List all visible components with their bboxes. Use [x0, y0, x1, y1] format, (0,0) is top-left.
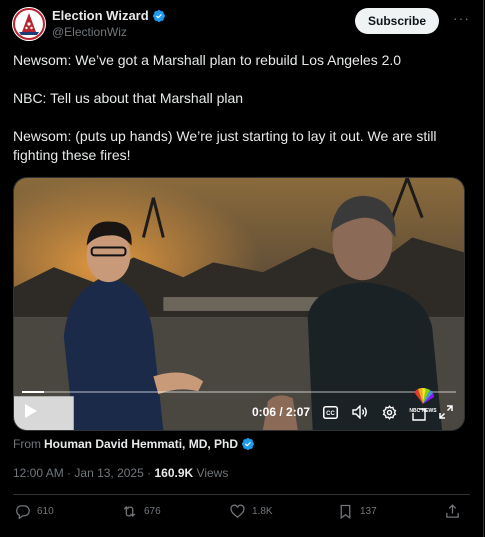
tweet-meta: 12:00 AM · Jan 13, 2025 · 160.9K Views	[13, 466, 228, 480]
tweet-line-1: Newsom: We’ve got a Marshall plan to reb…	[13, 52, 402, 68]
reply-button[interactable]: 610	[14, 503, 54, 520]
attribution-prefix: From	[13, 437, 41, 451]
tweet-date[interactable]: Jan 13, 2025	[74, 466, 143, 480]
like-button[interactable]: 1.8K	[229, 503, 273, 520]
picture-in-picture-icon[interactable]	[411, 406, 427, 422]
display-name[interactable]: Election Wizard	[52, 8, 149, 23]
bookmark-count: 137	[360, 506, 377, 517]
wizard-hat-logo-icon	[12, 7, 46, 41]
subscribe-button[interactable]: Subscribe	[355, 8, 439, 34]
views-label: Views	[196, 466, 229, 480]
volume-icon[interactable]	[352, 404, 368, 420]
account-names: Election Wizard @ElectionWiz	[52, 8, 166, 39]
avatar[interactable]	[12, 7, 46, 41]
tweet-text: Newsom: We’ve got a Marshall plan to reb…	[13, 51, 471, 165]
action-bar: 610 676 1.8K 137	[14, 503, 469, 523]
repost-icon	[123, 505, 136, 518]
captions-icon[interactable]: CC	[322, 404, 338, 420]
verified-badge-icon	[242, 438, 255, 450]
play-icon[interactable]	[22, 402, 40, 420]
video-progress-fill	[22, 391, 44, 393]
fullscreen-icon[interactable]	[438, 404, 454, 420]
repost-count: 676	[144, 506, 161, 517]
heart-icon	[230, 504, 245, 518]
more-options-icon[interactable]: ···	[453, 11, 469, 27]
video-player[interactable]: 0:06 / 2:07 CC NBC NEWS	[13, 177, 465, 431]
meta-separator: ·	[67, 466, 72, 480]
share-button[interactable]	[444, 503, 461, 520]
display-name-row[interactable]: Election Wizard	[52, 8, 166, 23]
meta-separator: ·	[147, 466, 152, 480]
like-count: 1.8K	[252, 506, 273, 517]
verified-badge-icon	[152, 9, 165, 22]
divider	[13, 494, 470, 495]
settings-gear-icon[interactable]	[381, 404, 397, 420]
attribution-name[interactable]: Houman David Hemmati, MD, PhD	[44, 437, 238, 451]
bookmark-button[interactable]: 137	[337, 503, 377, 520]
reply-icon	[16, 505, 30, 520]
account-handle[interactable]: @ElectionWiz	[52, 25, 166, 39]
tweet-time[interactable]: 12:00 AM	[13, 466, 64, 480]
svg-text:CC: CC	[326, 411, 335, 417]
views-count: 160.9K	[154, 466, 194, 480]
share-icon	[446, 504, 459, 518]
tweet-line-3: Newsom: (puts up hands) We’re just start…	[13, 128, 437, 163]
tweet-card: Election Wizard @ElectionWiz Subscribe ·…	[0, 0, 484, 537]
video-attribution: From Houman David Hemmati, MD, PhD	[13, 437, 255, 451]
bookmark-icon	[340, 504, 351, 520]
video-time: 0:06 / 2:07	[252, 405, 311, 419]
video-progress-bar[interactable]	[22, 391, 456, 393]
repost-button[interactable]: 676	[121, 503, 161, 520]
tweet-line-2: NBC: Tell us about that Marshall plan	[13, 90, 244, 106]
tweet-header: Election Wizard @ElectionWiz Subscribe ·…	[12, 7, 471, 43]
reply-count: 610	[37, 506, 54, 517]
